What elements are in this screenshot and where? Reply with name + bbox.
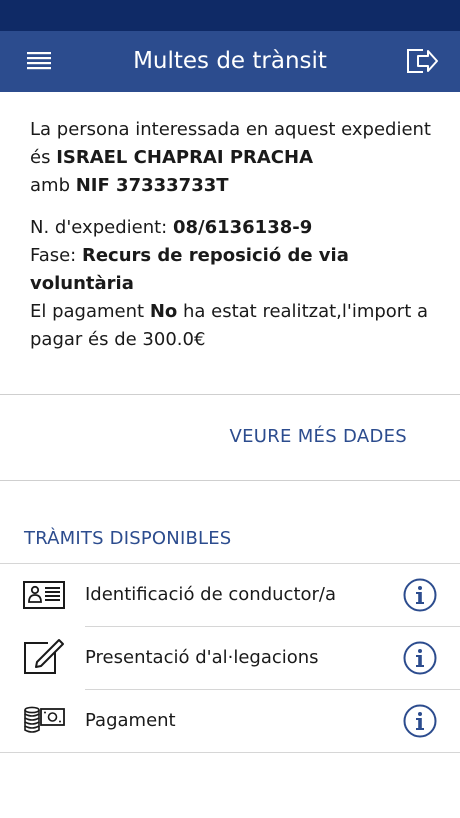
nif-value: NIF 37333733T [75,175,229,196]
procedure-allegations[interactable]: Presentació d'al·legacions [0,627,460,689]
procedure-label: Pagament [85,710,176,731]
expedient-summary: La persona interessada en aquest expedie… [30,116,440,354]
see-more-data-link[interactable]: VEURE MÉS DADES [229,426,407,447]
info-icon[interactable] [403,578,437,612]
info-icon[interactable] [403,641,437,675]
procedure-driver-identification[interactable]: Identificació de conductor/a [0,564,460,626]
status-bar [0,0,460,31]
coins-banknote-icon [22,703,66,739]
divider [0,394,460,395]
divider [0,480,460,481]
expedient-details: N. d'expedient: 08/6136138-9 Fase: Recurs… [30,217,429,350]
page-title: Multes de trànsit [133,48,327,74]
edit-document-icon [22,639,66,676]
procedure-label: Presentació d'al·legacions [85,647,319,668]
logout-icon[interactable] [404,44,440,78]
section-title: TRÀMITS DISPONIBLES [24,528,232,549]
row-separator [0,752,460,753]
expedient-number: 08/6136138-9 [172,217,313,238]
procedure-payment[interactable]: Pagament [0,690,460,752]
person-name: ISRAEL CHAPRAI PRACHA [56,147,314,168]
payment-status: No [149,301,178,322]
info-icon[interactable] [403,704,437,738]
id-card-icon [22,577,66,613]
app-bar: Multes de trànsit [0,31,460,92]
interested-person-text: La persona interessada en aquest expedie… [30,119,431,196]
procedure-label: Identificació de conductor/a [85,584,337,605]
